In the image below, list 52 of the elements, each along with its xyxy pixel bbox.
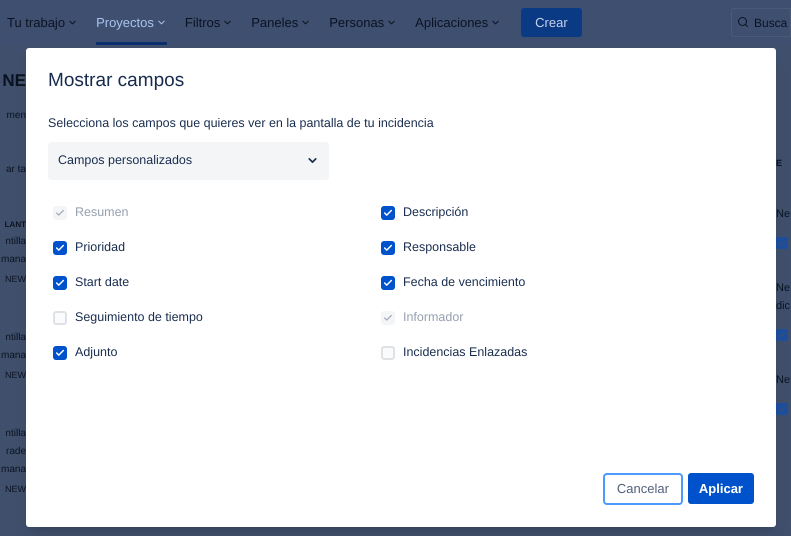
background-text: Ne — [776, 207, 790, 222]
background-text: rade — [6, 445, 26, 459]
checkbox[interactable] — [381, 346, 395, 360]
checkbox[interactable] — [53, 310, 67, 325]
fields-dropdown[interactable]: Campos personalizados — [48, 142, 329, 180]
field-label: Incidencias Enlazadas — [403, 344, 528, 362]
check-icon — [55, 278, 65, 288]
background-text: mana — [0, 253, 26, 267]
checkbox[interactable] — [381, 206, 395, 220]
field-label: Fecha de vencimiento — [403, 274, 526, 292]
background-text: NE — [2, 70, 26, 92]
search-icon — [737, 16, 749, 28]
background-text: ntilla — [5, 331, 26, 345]
background-text: Ne — [776, 281, 790, 296]
checkbox[interactable] — [53, 240, 67, 255]
check-icon — [55, 348, 65, 358]
field-label: Informador — [403, 309, 464, 326]
background-text: E — [776, 157, 782, 170]
background-text: ntilla — [5, 427, 26, 441]
field-label: Adjunto — [75, 344, 118, 362]
field-label: Descripción — [403, 204, 468, 222]
field-label: Seguimiento de tiempo — [75, 309, 203, 326]
checkbox[interactable] — [381, 240, 395, 255]
background-text: NEW — [5, 369, 26, 382]
background-text: mana — [0, 463, 26, 477]
checkbox[interactable] — [53, 346, 67, 360]
check-icon — [383, 278, 393, 288]
background-text: dic — [776, 299, 790, 314]
field-label: Responsable — [403, 239, 476, 256]
dialog-description: Selecciona los campos que quieres ver en la pantalla de tu incidencia — [48, 115, 434, 132]
field-label: Resumen — [75, 204, 128, 222]
apply-button[interactable]: Aplicar — [688, 473, 754, 504]
background-text: NEW — [5, 273, 26, 286]
checkbox[interactable] — [381, 276, 395, 290]
field-label: Prioridad — [75, 239, 126, 256]
check-icon — [55, 242, 65, 253]
background-text: Ne — [776, 373, 790, 388]
checkbox[interactable] — [53, 276, 67, 290]
create-button[interactable]: Crear — [521, 8, 582, 37]
search-field[interactable]: Busca — [731, 8, 791, 37]
cancel-button[interactable]: Cancelar — [602, 473, 683, 505]
dialog-title: Mostrar campos — [48, 69, 184, 93]
background-text: ar ta — [6, 163, 26, 177]
check-icon — [383, 208, 393, 218]
background-text: men — [6, 109, 26, 123]
background-text: NEW — [5, 483, 26, 496]
field-label: Start date — [75, 274, 130, 292]
nav-menu-item[interactable]: Proyectos — [96, 0, 167, 45]
background-text: ntilla — [5, 235, 26, 249]
background-text: LANT — [4, 219, 26, 231]
background-text: mana — [0, 349, 26, 363]
check-icon — [383, 242, 393, 253]
